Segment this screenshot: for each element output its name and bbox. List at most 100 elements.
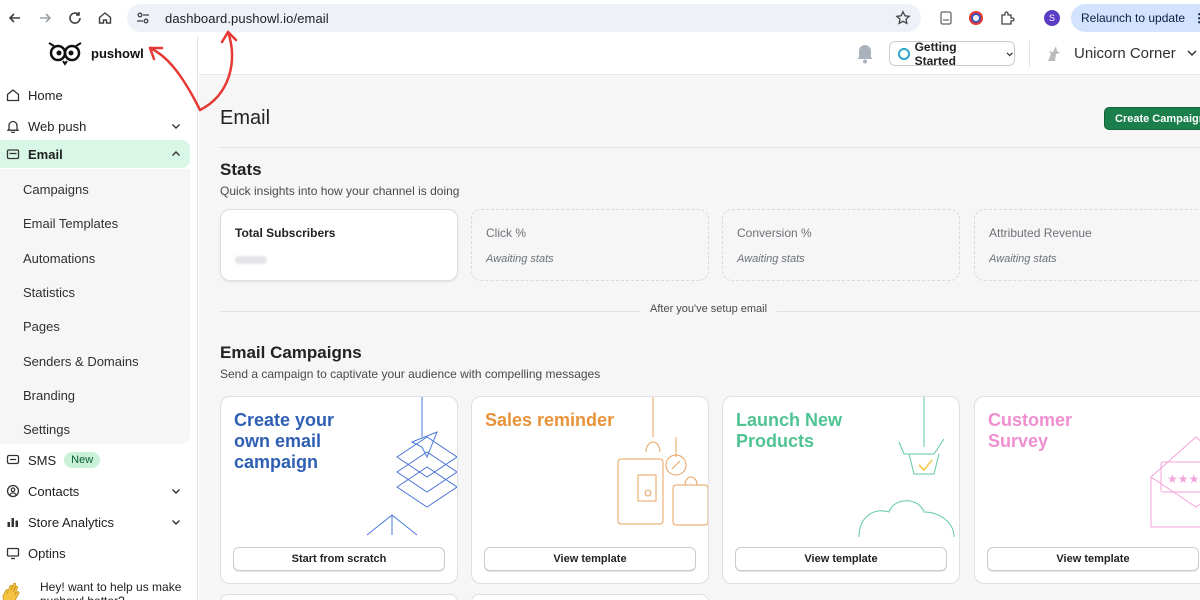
start-from-scratch-button[interactable]: Start from scratch (233, 547, 445, 571)
create-campaign-button[interactable]: Create Campaign (1104, 107, 1200, 130)
stat-card-total-subscribers: Total Subscribers (220, 209, 458, 281)
sidebar-item-store-analytics[interactable]: Store Analytics (0, 508, 190, 536)
survey-envelope-illustration: ★★★★★ (1150, 436, 1200, 528)
more-vert-icon[interactable]: ⋮ (1193, 11, 1200, 25)
campaign-card-sales-reminder[interactable]: Sales reminder View template (471, 396, 709, 584)
submenu-senders-domains[interactable]: Senders & Domains (23, 354, 139, 369)
new-badge: New (64, 452, 101, 468)
next-row-card (471, 594, 709, 600)
campaign-card-customer-survey[interactable]: Customer Survey ★★★★★ View template (974, 396, 1200, 584)
stat-value: Awaiting stats (737, 253, 805, 265)
notification-bell-icon[interactable] (855, 42, 875, 64)
blurred-value (235, 256, 267, 264)
bookmark-star-icon[interactable] (895, 10, 911, 26)
reader-icon[interactable] (938, 10, 954, 26)
stat-label: Total Subscribers (235, 226, 336, 240)
pushowl-logo[interactable]: pushowl (47, 40, 144, 66)
campaigns-subtitle: Send a campaign to captivate your audien… (220, 367, 601, 381)
view-template-button[interactable]: View template (735, 547, 947, 571)
chevron-up-icon[interactable] (170, 148, 182, 160)
next-row-card (220, 594, 458, 600)
message-icon (6, 454, 20, 465)
stat-value-blurred (235, 253, 267, 264)
campaign-card-title: Customer Survey (988, 410, 1073, 451)
bar-chart-icon (7, 518, 18, 527)
reload-icon (69, 12, 81, 24)
stat-label: Click % (486, 226, 527, 240)
reload-button[interactable] (60, 0, 90, 36)
url-text[interactable]: dashboard.pushowl.io/email (165, 11, 329, 26)
sidebar-item-sms[interactable]: SMS New (0, 446, 190, 474)
product-box-illustration (858, 397, 955, 537)
campaigns-title: Email Campaigns (220, 343, 362, 362)
sidebar-item-label: Store Analytics (28, 514, 114, 530)
browser-toolbar: dashboard.pushowl.io/email S Relaunch to… (0, 0, 1200, 36)
waving-hand-icon (2, 582, 20, 600)
logo-text: pushowl (91, 45, 144, 61)
chevron-down-icon[interactable] (170, 516, 182, 528)
after-setup-text: After you've setup email (640, 303, 778, 315)
view-template-button[interactable]: View template (484, 547, 696, 571)
stat-label: Attributed Revenue (989, 226, 1092, 240)
sidebar-item-email[interactable]: Email (0, 140, 190, 168)
home-icon (6, 89, 20, 102)
unicorn-icon (1048, 46, 1060, 61)
stat-card-revenue: Attributed Revenue Awaiting stats (974, 209, 1200, 281)
stat-card-click-rate: Click % Awaiting stats (471, 209, 709, 281)
sidebar-item-label: Home (28, 87, 63, 103)
stats-title: Stats (220, 160, 262, 179)
main-content: Email Create Campaign Stats Quick insigh… (199, 75, 1200, 600)
campaign-card-launch-products[interactable]: Launch New Products View template (722, 396, 960, 584)
chevron-down-icon (1006, 51, 1013, 56)
getting-started-label: Getting Started (914, 39, 957, 68)
sidebar-item-label: Optins (28, 545, 66, 561)
bell-icon (6, 120, 20, 133)
submenu-campaigns[interactable]: Campaigns (23, 182, 89, 197)
submenu-statistics[interactable]: Statistics (23, 285, 75, 300)
getting-started-button[interactable]: Getting Started (889, 39, 1015, 68)
chevron-down-icon[interactable] (170, 485, 182, 497)
paper-plane-illustration (366, 397, 457, 536)
relaunch-button[interactable]: Relaunch to update ⋮ (1071, 4, 1200, 32)
campaign-card-title: Launch New Products (736, 410, 843, 451)
sidebar-item-label: Contacts (28, 483, 80, 499)
header-divider (1029, 41, 1030, 67)
submenu-email-templates[interactable]: Email Templates (23, 216, 118, 231)
house-icon (98, 12, 112, 24)
progress-ring-icon (898, 47, 910, 60)
profile-avatar[interactable]: S (1044, 10, 1060, 26)
submenu-branding[interactable]: Branding (23, 388, 75, 403)
stats-subtitle: Quick insights into how your channel is … (220, 184, 460, 198)
sidebar-item-web-push[interactable]: Web push (0, 112, 190, 140)
back-button[interactable] (0, 0, 30, 36)
owl-icon (48, 42, 82, 66)
submenu-settings[interactable]: Settings (23, 422, 70, 437)
sidebar-item-optins[interactable]: Optins (0, 539, 190, 567)
sidebar-item-home[interactable]: Home (0, 81, 190, 109)
store-switcher[interactable]: Unicorn Corner (1044, 43, 1198, 63)
submenu-pages[interactable]: Pages (23, 319, 60, 334)
feedback-text: Hey! want to help us make pushowl better… (40, 580, 182, 600)
svg-text:★★★★★: ★★★★★ (1167, 472, 1200, 486)
address-bar[interactable]: dashboard.pushowl.io/email (127, 4, 921, 32)
relaunch-label: Relaunch to update (1081, 11, 1186, 25)
sidebar-item-contacts[interactable]: Contacts (0, 477, 190, 505)
site-settings-icon[interactable] (135, 10, 151, 26)
campaign-card-title: Create your own email campaign (234, 410, 335, 472)
stat-value: Awaiting stats (989, 253, 1057, 265)
shopping-bag-illustration (617, 397, 708, 526)
home-browser-button[interactable] (90, 0, 120, 36)
sidebar-item-label: SMS (28, 452, 57, 468)
stat-value: Awaiting stats (486, 253, 554, 265)
campaign-card-scratch[interactable]: Create your own email campaign Start fro… (220, 396, 458, 584)
puzzle-extensions-icon[interactable] (999, 10, 1015, 26)
view-template-button[interactable]: View template (987, 547, 1199, 571)
chevron-down-icon[interactable] (170, 120, 182, 132)
arrow-left-icon (8, 13, 20, 23)
title-divider (220, 147, 1200, 148)
forward-button[interactable] (30, 0, 60, 36)
color-extension-icon[interactable] (968, 10, 984, 26)
submenu-automations[interactable]: Automations (23, 251, 95, 266)
stat-card-conversion: Conversion % Awaiting stats (722, 209, 960, 281)
sidebar-item-label: Web push (28, 118, 87, 134)
